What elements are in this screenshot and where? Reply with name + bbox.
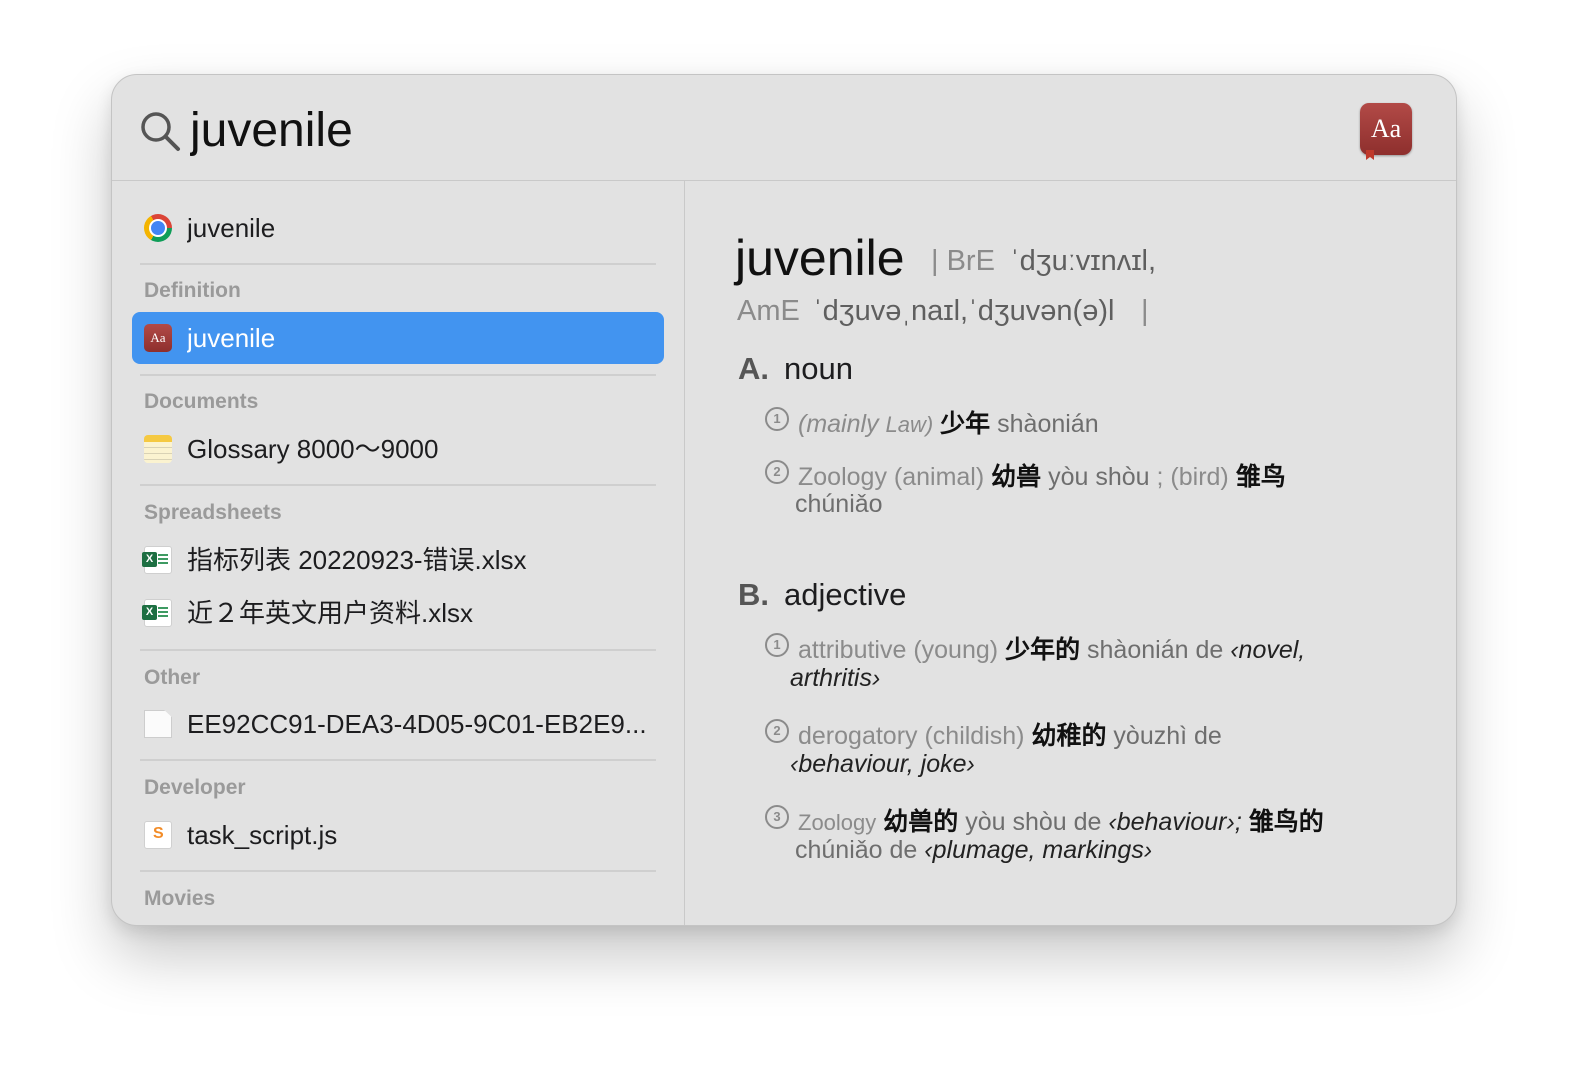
sense-pinyin-2: chúniǎo de xyxy=(795,836,918,864)
sense-line: attributive (young) 少年的 shàonián de ‹nov… xyxy=(798,630,1305,666)
pron-end: | xyxy=(1141,295,1149,327)
spotlight-window: Aa juvenile Definition Aa juvenile Docum… xyxy=(111,74,1457,926)
divider xyxy=(140,759,656,761)
sense-translation: 少年的 xyxy=(1005,636,1081,664)
dictionary-app-icon[interactable]: Aa xyxy=(1360,103,1412,160)
section-header-developer: Developer xyxy=(144,776,246,799)
chrome-icon xyxy=(144,214,172,242)
sense-translation-2: 雏鸟 xyxy=(1235,463,1286,491)
sense-translation: 幼兽 xyxy=(991,463,1042,491)
js-file-icon xyxy=(144,821,172,849)
sense-number: 2 xyxy=(765,719,789,743)
sense-translation: 幼稚的 xyxy=(1031,722,1107,750)
sense-label: Zoology xyxy=(798,810,877,835)
pos-letter: A. xyxy=(738,351,769,386)
result-label: Glossary 8000～9000 xyxy=(187,434,439,464)
notes-icon xyxy=(144,435,172,463)
sense-separator: ; (bird) xyxy=(1156,463,1229,491)
sense-example-2: ‹plumage, markings› xyxy=(924,836,1153,864)
divider xyxy=(140,484,656,486)
bre-label: | BrE xyxy=(931,245,995,277)
section-header-movies: Movies xyxy=(144,887,216,910)
sense-example-2: ‹behaviour, joke› xyxy=(790,750,975,778)
excel-icon xyxy=(142,599,172,627)
search-icon xyxy=(141,112,180,151)
result-spreadsheet[interactable]: 指标列表 20220923-错误.xlsx xyxy=(132,534,664,586)
sense-label-domain: Law) xyxy=(885,412,934,437)
bre-ipa: ˈdʒuːvɪnʌɪl, xyxy=(1010,245,1157,277)
sense-pinyin: yòuzhì de xyxy=(1113,722,1222,750)
section-header-spreadsheets: Spreadsheets xyxy=(144,501,282,524)
sense-number: 2 xyxy=(765,460,789,484)
dictionary-icon: Aa xyxy=(144,324,172,352)
divider xyxy=(140,649,656,651)
dictionary-app-icon-label: Aa xyxy=(1370,114,1402,143)
sense-line: Zoology 幼兽的 yòu shòu de ‹behaviour›; 雏鸟的 xyxy=(798,802,1324,838)
pos-word: noun xyxy=(784,351,853,386)
sense-line: Zoology (animal) 幼兽 yòu shòu ; (bird) 雏鸟 xyxy=(798,457,1286,493)
result-label: juvenile xyxy=(187,323,276,353)
section-header-other: Other xyxy=(144,666,201,689)
results-list[interactable]: juvenile Definition Aa juvenile Document… xyxy=(112,181,685,925)
sense-number: 3 xyxy=(765,805,789,829)
sense-translation: 幼兽的 xyxy=(883,808,959,836)
sense-pinyin: shàonián de xyxy=(1087,636,1224,664)
sense-number: 1 xyxy=(765,407,789,431)
result-document[interactable]: Glossary 8000～9000 xyxy=(132,423,664,475)
sense-translation-2: 雏鸟的 xyxy=(1248,808,1324,836)
section-header-documents: Documents xyxy=(144,390,259,413)
result-spreadsheet[interactable]: 近２年英文用户资料.xlsx xyxy=(132,587,664,639)
headword: juvenile xyxy=(735,230,905,286)
divider xyxy=(140,263,656,265)
section-header-definition: Definition xyxy=(144,279,241,302)
file-icon xyxy=(144,710,172,738)
result-label: EE92CC91-DEA3-4D05-9C01-EB2E9... xyxy=(187,709,647,739)
sense-line: (mainly Law) 少年 shàonián xyxy=(798,404,1099,440)
sense-pinyin: yòu shòu xyxy=(1048,463,1150,491)
result-label: 指标列表 20220923-错误.xlsx xyxy=(187,545,527,575)
sense-example: ‹novel, xyxy=(1230,636,1306,664)
sense-line: derogatory (childish) 幼稚的 yòuzhì de xyxy=(798,716,1222,752)
ame-ipa: ˈdʒuvəˌnaɪl,ˈdʒuvən(ə)l xyxy=(813,295,1115,327)
sense-label: (mainly xyxy=(798,410,879,438)
divider xyxy=(140,374,656,376)
bookmark-ribbon xyxy=(1366,150,1374,160)
result-label: task_script.js xyxy=(187,820,338,850)
search-bar: Aa xyxy=(112,75,1456,181)
sense-pinyin-2: chúniǎo xyxy=(795,490,883,518)
sense-label: Zoology (animal) xyxy=(798,463,985,491)
divider xyxy=(140,870,656,872)
sense-label: derogatory (childish) xyxy=(798,722,1025,750)
result-top-hit[interactable]: juvenile xyxy=(132,202,664,254)
sense-label: attributive (young) xyxy=(798,636,999,664)
pos-word: adjective xyxy=(784,577,907,612)
search-input[interactable] xyxy=(190,95,1090,165)
definition-preview: juvenile | BrE ˈdʒuːvɪnʌɪl, AmE ˈdʒuvəˌn… xyxy=(685,181,1456,925)
sense-pinyin: yòu shòu de xyxy=(965,808,1102,836)
result-definition-juvenile[interactable]: Aa juvenile xyxy=(132,312,664,364)
sense-example-2: arthritis› xyxy=(790,664,881,692)
result-label: 近２年英文用户资料.xlsx xyxy=(187,598,474,628)
result-other-file[interactable]: EE92CC91-DEA3-4D05-9C01-EB2E9... xyxy=(132,698,664,750)
excel-icon xyxy=(142,546,172,574)
sense-example: ‹behaviour›; xyxy=(1108,808,1242,836)
sense-pinyin: shàonián xyxy=(997,410,1099,438)
pos-letter: B. xyxy=(738,577,769,612)
sense-line-2: chúniǎo de ‹plumage, markings› xyxy=(795,836,1152,865)
result-label: juvenile xyxy=(187,213,276,243)
sense-number: 1 xyxy=(765,633,789,657)
sense-translation: 少年 xyxy=(940,410,991,438)
result-developer-file[interactable]: task_script.js xyxy=(132,809,664,861)
ame-label: AmE xyxy=(737,295,800,327)
